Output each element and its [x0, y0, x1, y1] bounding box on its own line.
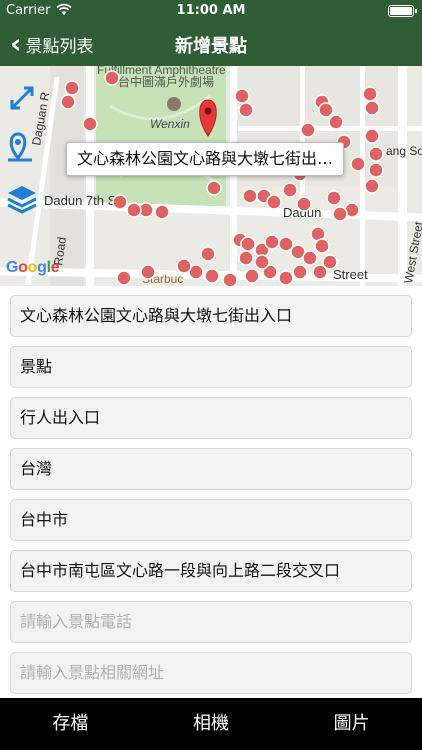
map-marker[interactable] — [266, 194, 282, 210]
camera-button[interactable]: 相機 — [141, 698, 282, 750]
spot-category-field[interactable]: 景點 — [10, 346, 412, 388]
spot-url-field[interactable]: 請輸入景點相關網址 — [10, 652, 412, 694]
map-marker[interactable] — [112, 194, 128, 210]
map-marker[interactable] — [244, 268, 260, 284]
map-marker[interactable] — [350, 156, 366, 172]
google-logo: Google — [6, 259, 60, 277]
map-marker[interactable] — [364, 178, 380, 194]
map-marker[interactable] — [364, 128, 380, 144]
fullscreen-icon[interactable] — [4, 80, 40, 116]
map-marker[interactable] — [116, 270, 132, 286]
map-marker[interactable] — [364, 100, 380, 116]
location-icon[interactable] — [4, 130, 40, 166]
save-button[interactable]: 存檔 — [0, 698, 141, 750]
map-marker[interactable] — [314, 238, 330, 254]
marker-callout[interactable]: 文心森林公園文心路與大墩七街出… — [66, 142, 345, 176]
map-marker[interactable] — [176, 258, 192, 274]
map-marker[interactable] — [222, 272, 238, 286]
map-marker[interactable] — [292, 264, 308, 280]
map-marker[interactable] — [238, 250, 254, 266]
map-marker[interactable] — [282, 182, 298, 198]
battery-icon — [388, 5, 417, 17]
layers-icon[interactable] — [4, 182, 40, 218]
status-bar: Carrier 11:00 AM — [0, 0, 422, 22]
map-marker[interactable] — [322, 254, 338, 270]
spot-address-field[interactable]: 台中市南屯區文心路一段與向上路二段交叉口 — [10, 550, 412, 592]
spot-phone-field[interactable]: 請輸入景點電話 — [10, 601, 412, 643]
map-marker[interactable] — [240, 236, 256, 252]
map-view[interactable]: Fulfillment Amphitheatre 台中圖滿戶外劇場 Wenxin… — [0, 66, 422, 286]
page-title: 新增景點 — [175, 36, 247, 57]
map-marker[interactable] — [234, 88, 250, 104]
map-marker[interactable] — [82, 116, 98, 132]
nav-bar: ‹ 景點列表 新增景點 — [0, 22, 422, 66]
status-time: 11:00 AM — [176, 3, 246, 18]
map-marker[interactable] — [140, 264, 156, 280]
bottom-toolbar: 存檔 相機 圖片 — [0, 698, 422, 750]
street-label-ang-so: ang So — [386, 144, 422, 158]
header-bar: Carrier 11:00 AM ‹ 景點列表 新增景點 — [0, 0, 422, 66]
spot-name-field[interactable]: 文心森林公園文心路與大墩七街出入口 — [10, 295, 412, 337]
spot-city-field[interactable]: 台中市 — [10, 499, 412, 541]
map-marker[interactable] — [242, 188, 258, 204]
map-marker[interactable] — [318, 102, 334, 118]
map-marker[interactable] — [64, 80, 80, 96]
map-marker[interactable] — [264, 234, 280, 250]
spot-type-field[interactable]: 行人出入口 — [10, 397, 412, 439]
map-marker[interactable] — [238, 102, 254, 118]
map-marker[interactable] — [154, 204, 170, 220]
map-marker[interactable] — [368, 146, 384, 162]
park-icon — [167, 97, 181, 111]
map-marker[interactable] — [328, 114, 344, 130]
map-marker[interactable] — [368, 162, 384, 178]
map-marker[interactable] — [332, 206, 348, 222]
map-marker[interactable] — [362, 86, 378, 102]
street-label-dadun: Dadun 7th S — [44, 193, 117, 208]
map-marker[interactable] — [302, 250, 318, 266]
map-marker[interactable] — [206, 180, 222, 196]
map-marker[interactable] — [278, 270, 294, 286]
map-marker[interactable] — [296, 196, 312, 212]
street-label-park: 台中圖滿戶外劇場 — [118, 74, 214, 89]
map-marker[interactable] — [300, 122, 316, 138]
street-label-street: Street — [333, 267, 368, 282]
map-marker[interactable] — [104, 70, 120, 86]
map-marker[interactable] — [204, 268, 220, 284]
google-logo-text: Google — [6, 259, 60, 276]
map-marker[interactable] — [126, 202, 142, 218]
spot-country-field[interactable]: 台灣 — [10, 448, 412, 490]
map-marker[interactable] — [326, 190, 342, 206]
map-canvas: Fulfillment Amphitheatre 台中圖滿戶外劇場 Wenxin… — [0, 66, 422, 286]
map-marker[interactable] — [60, 94, 76, 110]
map-marker[interactable] — [254, 254, 270, 270]
map-marker[interactable] — [200, 246, 216, 262]
street-label-wenxin: Wenxin — [150, 117, 190, 131]
photos-button[interactable]: 圖片 — [281, 698, 422, 750]
